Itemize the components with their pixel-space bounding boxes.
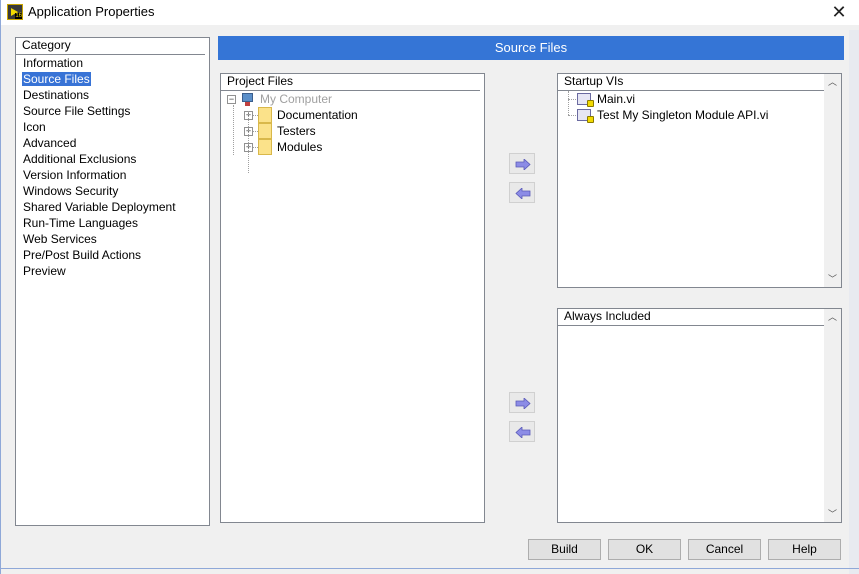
arrow-left-icon <box>515 188 531 199</box>
category-item-label: Shared Variable Deployment <box>23 200 176 214</box>
category-item[interactable]: Icon <box>16 119 209 135</box>
category-item-label: Pre/Post Build Actions <box>23 248 142 262</box>
background-window-edge <box>849 30 859 574</box>
scroll-down-icon[interactable]: ﹀ <box>824 271 841 287</box>
ok-button[interactable]: OK <box>608 539 681 560</box>
startup-vis-list[interactable]: Startup VIs Main.vi Test My Singleton Mod… <box>557 73 842 288</box>
add-always-included-button[interactable] <box>509 392 535 413</box>
category-item-label: Version Information <box>23 168 127 182</box>
category-item-label: Preview <box>23 264 66 278</box>
app-icon-badge: 16 <box>15 13 22 19</box>
category-item[interactable]: Advanced <box>16 135 209 151</box>
startup-vi-item[interactable]: Test My Singleton Module API.vi <box>558 107 824 123</box>
tree-node-label: Documentation <box>277 108 358 122</box>
arrow-right-icon <box>515 159 531 170</box>
collapse-icon[interactable]: − <box>227 95 236 104</box>
always-included-scrollbar[interactable]: ︿ ﹀ <box>824 309 841 522</box>
cancel-button[interactable]: Cancel <box>688 539 761 560</box>
help-button[interactable]: Help <box>768 539 841 560</box>
category-item-label: Additional Exclusions <box>23 152 137 166</box>
category-item[interactable]: Windows Security <box>16 183 209 199</box>
startup-vi-label: Main.vi <box>597 92 636 106</box>
list-connector <box>568 99 576 100</box>
category-item[interactable]: Version Information <box>16 167 209 183</box>
category-header: Category <box>16 38 205 55</box>
window-border-left <box>0 0 1 574</box>
category-item-label: Source File Settings <box>23 104 131 118</box>
tree-node-label: My Computer <box>260 92 333 106</box>
remove-startup-vi-button[interactable] <box>509 182 535 203</box>
remove-always-included-button[interactable] <box>509 421 535 442</box>
always-included-list[interactable]: Always Included ︿ ﹀ <box>557 308 842 523</box>
startup-vi-label: Test My Singleton Module API.vi <box>597 108 769 122</box>
arrow-right-icon <box>515 398 531 409</box>
arrow-left-icon <box>515 427 531 438</box>
category-item[interactable]: Information <box>16 55 209 71</box>
category-item-label: Information <box>23 56 84 70</box>
category-item-label: Windows Security <box>23 184 119 198</box>
folder-icon <box>258 139 272 155</box>
project-files-tree[interactable]: Project Files − My Computer + Documentati… <box>220 73 485 523</box>
category-item[interactable]: Destinations <box>16 87 209 103</box>
tree-connector <box>233 105 234 155</box>
category-item[interactable]: Pre/Post Build Actions <box>16 247 209 263</box>
scroll-down-icon[interactable]: ﹀ <box>824 506 841 522</box>
close-icon: ✕ <box>831 2 847 22</box>
category-item[interactable]: Shared Variable Deployment <box>16 199 209 215</box>
startup-vis-scrollbar[interactable]: ︿ ﹀ <box>824 74 841 287</box>
category-item-label: Web Services <box>23 232 97 246</box>
category-items: Information Source Files Destinations Sourc… <box>16 55 209 279</box>
scroll-up-icon[interactable]: ︿ <box>824 74 841 90</box>
scroll-up-icon[interactable]: ︿ <box>824 309 841 325</box>
vi-icon <box>577 109 594 123</box>
category-item[interactable]: Web Services <box>16 231 209 247</box>
category-item-label: Destinations <box>23 88 90 102</box>
folder-icon <box>258 123 272 139</box>
category-item[interactable]: Source File Settings <box>16 103 209 119</box>
tree-connector <box>248 111 249 173</box>
labview-app-icon: 16 <box>7 4 23 20</box>
add-startup-vi-button[interactable] <box>509 153 535 174</box>
folder-icon <box>258 107 272 123</box>
window-title: Application Properties <box>28 4 155 19</box>
category-item[interactable]: Run-Time Languages <box>16 215 209 231</box>
category-item[interactable]: Preview <box>16 263 209 279</box>
category-list[interactable]: Category Information Source Files Destinat… <box>15 37 210 526</box>
computer-icon <box>242 93 253 106</box>
startup-vi-item[interactable]: Main.vi <box>558 91 824 107</box>
category-item[interactable]: Source Files <box>16 71 209 87</box>
title-bar: 16 Application Properties ✕ <box>0 0 859 25</box>
close-button[interactable]: ✕ <box>826 2 852 22</box>
section-banner: Source Files <box>218 36 844 60</box>
category-item-label: Icon <box>23 120 46 134</box>
build-button[interactable]: Build <box>528 539 601 560</box>
startup-vis-header: Startup VIs <box>558 74 824 91</box>
tree-node-label: Modules <box>277 140 323 154</box>
category-item[interactable]: Additional Exclusions <box>16 151 209 167</box>
tree-node-label: Testers <box>277 124 316 138</box>
category-item-label: Source Files <box>22 72 91 86</box>
window-border-bottom <box>0 568 859 569</box>
category-item-label: Run-Time Languages <box>23 216 138 230</box>
project-files-header: Project Files <box>221 74 480 91</box>
always-included-header: Always Included <box>558 309 824 326</box>
category-item-label: Advanced <box>23 136 77 150</box>
list-connector <box>568 115 576 116</box>
vi-icon <box>577 93 594 107</box>
